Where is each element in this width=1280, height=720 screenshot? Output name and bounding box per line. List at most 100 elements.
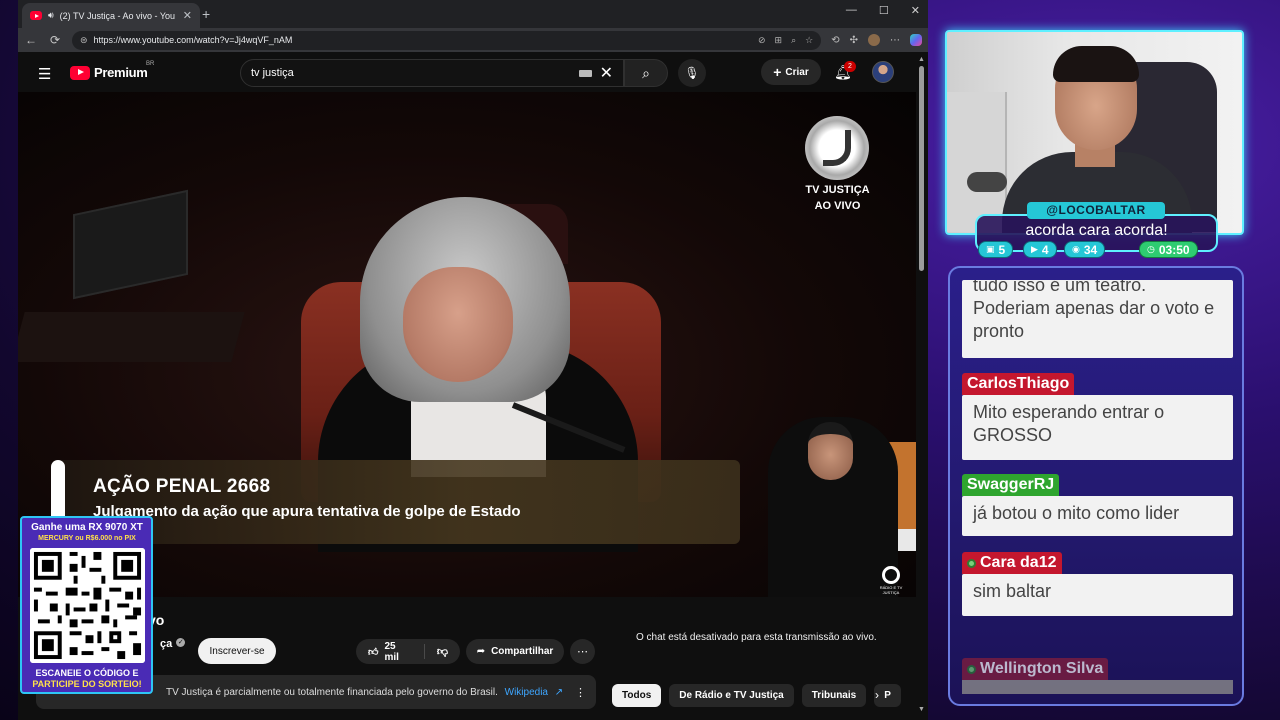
lower-third-title: AÇÃO PENAL 2668 — [93, 476, 271, 497]
stat-clock-value: 03:50 — [1158, 242, 1190, 257]
chip-radio-tv-justica[interactable]: De Rádio e TV Justiça — [669, 684, 794, 707]
subscriber-badge-icon — [967, 558, 976, 568]
watermark-live: AO VIVO — [814, 200, 861, 212]
chip-tribunais[interactable]: Tribunais — [801, 684, 867, 707]
stat-twitch: ▣ 5 — [978, 241, 1014, 258]
stat-youtube: ▶ 4 — [1023, 241, 1057, 258]
chat-message-fading — [962, 680, 1233, 694]
translate-icon[interactable]: ⊘ — [758, 35, 766, 46]
region-code: BR — [146, 61, 155, 67]
chat-username-with-badge: Cara da12 — [962, 552, 1062, 574]
create-label: Criar — [785, 66, 809, 78]
chips-next-icon[interactable]: › — [875, 688, 879, 702]
scrollbar-thumb[interactable] — [919, 66, 924, 271]
alert-username: @LOCOBALTAR — [1027, 202, 1165, 219]
back-icon[interactable]: ← — [24, 33, 38, 47]
voice-search-button[interactable]: 🎙︎ — [678, 59, 706, 87]
laptop-shape — [73, 189, 188, 300]
subscribe-button[interactable]: Inscrever-se — [198, 638, 276, 664]
create-button[interactable]: + Criar — [761, 59, 821, 85]
youtube-favicon-icon — [30, 11, 42, 20]
dislike-button[interactable]: 👎︎ — [425, 645, 460, 658]
channel-name[interactable]: ça ✓ — [160, 638, 186, 650]
zoom-icon[interactable]: ⌕ — [791, 35, 796, 46]
chat-username: SwaggerRJ — [962, 474, 1060, 496]
copilot-icon[interactable] — [910, 34, 922, 46]
like-count: 25 mil — [384, 640, 399, 663]
stat-kick: ◉ 34 — [1064, 241, 1106, 258]
streamer-hair-shape — [1053, 46, 1139, 82]
promo-cta-line2: PARTICIPE DO SORTEIO! — [32, 679, 142, 689]
channel-name-text: ça — [160, 638, 173, 650]
kick-icon: ◉ — [1072, 244, 1080, 254]
wikipedia-link[interactable]: Wikipedia — [505, 687, 548, 698]
stat-clock: ◷ 03:50 — [1139, 241, 1198, 258]
chat-message-text: sim baltar — [973, 581, 1052, 601]
giveaway-promo: Ganhe uma RX 9070 XT MERCURY ou R$6.000 … — [20, 516, 153, 694]
chat-disabled-notice: O chat está desativado para esta transmi… — [636, 632, 877, 643]
scroll-up-icon[interactable]: ▲ — [918, 56, 925, 63]
promo-headline: Ganhe uma RX 9070 XT — [31, 522, 143, 533]
lamp-shape — [967, 172, 1007, 192]
chat-username: CarlosThiago — [962, 373, 1075, 395]
small-tv-justica-logo-icon — [882, 566, 900, 584]
close-tab-icon[interactable]: ✕ — [183, 9, 192, 22]
search-button[interactable]: ⌕ — [624, 59, 668, 87]
close-window-icon[interactable]: ✕ — [911, 4, 920, 17]
extension-icon[interactable]: ⟲ — [831, 35, 839, 46]
speaker-icon[interactable]: 🔊︎ — [48, 10, 54, 21]
microphone-icon: 🎙︎ — [684, 66, 700, 80]
account-avatar[interactable] — [872, 61, 894, 83]
bench-shape — [18, 312, 245, 362]
search-input[interactable]: tv justiça ✕ — [240, 59, 624, 87]
puzzle-icon[interactable]: ✣ — [850, 35, 858, 46]
new-tab-icon[interactable]: + — [202, 6, 210, 22]
info-menu-icon[interactable]: ⋮ — [575, 686, 586, 699]
chip-todos[interactable]: Todos — [612, 684, 662, 707]
search-value: tv justiça — [251, 67, 294, 79]
minimize-icon[interactable]: — — [846, 4, 857, 17]
share-button[interactable]: ➦ Compartilhar — [466, 639, 564, 664]
hamburger-menu-icon[interactable]: ☰ — [38, 65, 51, 83]
url-text: https://www.youtube.com/watch?v=Jj4wqVF_… — [93, 35, 293, 45]
alert-message: acorda cara acorda! — [1025, 222, 1168, 239]
scroll-down-icon[interactable]: ▼ — [918, 706, 925, 713]
address-bar: ← ⟳ ⊜ https://www.youtube.com/watch?v=Jj… — [18, 28, 928, 52]
more-actions-button[interactable]: ⋯ — [570, 639, 595, 664]
chat-username: Wellington Silva — [980, 660, 1104, 677]
maximize-icon[interactable]: ☐ — [879, 4, 889, 17]
external-link-icon: ↗ — [554, 686, 564, 698]
tab-title: (2) TV Justiça - Ao vivo - You — [59, 10, 176, 21]
more-dots-icon: ⋯ — [577, 646, 588, 658]
youtube-logo[interactable]: Premium — [70, 65, 148, 80]
promo-subline: MERCURY ou R$6.000 no PIX — [38, 535, 136, 542]
promo-cta-line1: ESCANEIE O CÓDIGO E — [35, 668, 139, 678]
page-scrollbar[interactable]: ▲ ▼ — [916, 52, 928, 720]
notification-count: 2 — [844, 61, 856, 72]
site-info-icon[interactable]: ⊜ — [80, 35, 88, 46]
clear-search-icon[interactable]: ✕ — [600, 63, 613, 83]
shelf-shape — [947, 92, 1007, 232]
thumbs-up-icon: 👍︎ — [368, 646, 379, 658]
subscriber-badge-icon — [967, 664, 976, 674]
app-icon[interactable]: ⊞ — [775, 35, 783, 46]
tab-tv-justica[interactable]: 🔊︎ (2) TV Justiça - Ao vivo - You ✕ — [22, 3, 200, 28]
profile-avatar-icon[interactable] — [868, 34, 880, 46]
lower-third-banner — [56, 460, 740, 544]
youtube-icon: ▶ — [1031, 244, 1038, 254]
menu-dots-icon[interactable]: ⋯ — [890, 35, 900, 46]
like-button[interactable]: 👍︎ 25 mil — [356, 641, 425, 663]
search-icon: ⌕ — [642, 64, 650, 81]
extension-icons: ⟲ ✣ ⋯ — [831, 34, 922, 46]
bookmark-star-icon[interactable]: ☆ — [805, 35, 813, 46]
reload-icon[interactable]: ⟳ — [48, 33, 62, 47]
speaker-face-shape — [403, 267, 513, 382]
tab-strip: 🔊︎ (2) TV Justiça - Ao vivo - You ✕ + — … — [18, 0, 928, 28]
youtube-logo-text: Premium — [94, 65, 148, 80]
interpreter-head-shape — [808, 422, 853, 480]
funding-text: TV Justiça é parcialmente ou totalmente … — [166, 686, 498, 698]
keyboard-icon[interactable] — [578, 69, 592, 77]
watermark-channel: TV JUSTIÇA — [805, 184, 870, 196]
url-field[interactable]: ⊜ https://www.youtube.com/watch?v=Jj4wqV… — [72, 30, 822, 50]
thumbs-down-icon: 👎︎ — [436, 646, 448, 658]
